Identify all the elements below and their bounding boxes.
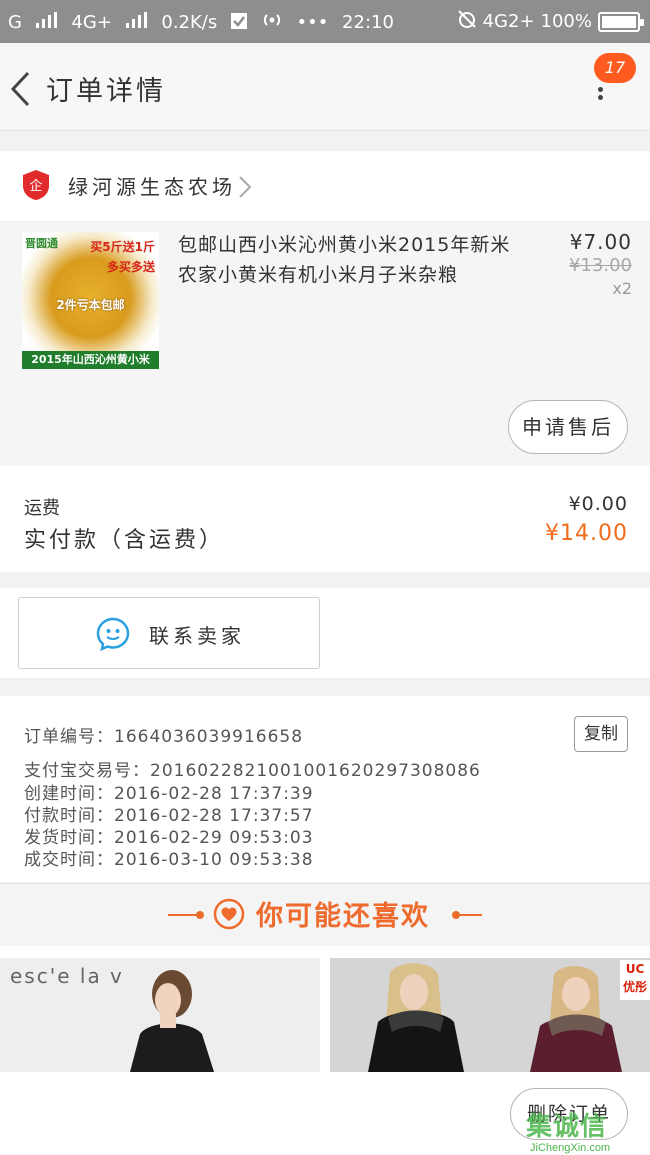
bottom-action-bar: 删除订单 集诚信 JiChengXin.com [0, 1072, 650, 1155]
network-type: 4G+ [71, 12, 112, 33]
recommend-title: 你可能还喜欢 [256, 901, 430, 932]
model-photo [368, 963, 464, 1072]
chevron-right-icon [239, 176, 252, 198]
check-icon [230, 11, 247, 34]
completed-time: 成交时间：2016-03-10 09:53:38 [24, 850, 314, 870]
product-thumbnail[interactable]: 晋圆通 买5斤送1斤 多买多送 2件亏本包邮 2015年山西沁州黄小米 [22, 232, 159, 369]
page-title: 订单详情 [46, 76, 166, 107]
heart-icon [213, 898, 245, 930]
net-speed: 0.2K/s [161, 12, 218, 33]
divider [456, 914, 482, 916]
thumb-promo: 买5斤送1斤 [90, 240, 155, 254]
shop-row[interactable]: 企 绿河源生态农场 [0, 151, 650, 221]
order-item[interactable]: 晋圆通 买5斤送1斤 多买多送 2件亏本包邮 2015年山西沁州黄小米 包邮山西… [0, 222, 650, 466]
thumb-caption: 2件亏本包邮 [56, 298, 125, 312]
model-photo [530, 966, 622, 1072]
battery-icon [598, 11, 644, 32]
carrier: G [8, 12, 22, 33]
contact-section: 联系卖家 [0, 588, 650, 678]
chat-icon [96, 617, 130, 651]
status-bar: G 4G+ 0.2K/s ••• 22:10 4G2+ 100% [0, 0, 650, 43]
thumb-promo: 多买多送 [106, 260, 155, 274]
shipping-label: 运费 [24, 498, 60, 519]
message-count-badge: 17 [594, 53, 636, 83]
thumb-logo: 晋圆通 [25, 237, 58, 250]
signal-icon [35, 12, 58, 33]
signal-icon [125, 12, 148, 33]
battery-percent: 100% [540, 11, 592, 32]
watermark-url: JiChengXin.com [530, 1142, 611, 1154]
recommended-product-card[interactable]: UC优彤 [330, 958, 650, 1072]
clock: 22:10 [342, 12, 394, 33]
recommended-product-card[interactable]: esc'e la v [0, 958, 320, 1072]
svg-text:企: 企 [29, 178, 42, 194]
order-info: 订单编号：1664036039916658 复制 支付宝交易号：20160228… [0, 696, 650, 882]
back-icon[interactable] [8, 69, 32, 109]
thumb-band: 2015年山西沁州黄小米 [22, 351, 159, 369]
quantity: x2 [612, 279, 632, 298]
alipay-trade-number: 支付宝交易号：2016022821001001620297308086 [24, 761, 481, 781]
order-totals: 运费 ¥0.00 实付款（含运费） ¥14.00 [0, 466, 650, 572]
contact-seller-label: 联系卖家 [149, 624, 245, 648]
model-photo [130, 970, 214, 1072]
paid-label: 实付款（含运费） [24, 528, 225, 553]
recommend-header: 你可能还喜欢 [0, 883, 650, 946]
more-indicator: ••• [296, 12, 329, 33]
unit-price: ¥7.00 [569, 230, 632, 254]
contact-seller-button[interactable]: 联系卖家 [18, 597, 320, 669]
shop-name: 绿河源生态农场 [68, 175, 236, 199]
more-menu-button[interactable]: 17 [582, 53, 636, 113]
recommended-products: esc'e la v UC优彤 [0, 946, 650, 1072]
order-number: 订单编号：1664036039916658 [24, 727, 304, 747]
alarm-off-icon [457, 9, 477, 34]
enterprise-shield-icon: 企 [23, 170, 49, 200]
paid-value: ¥14.00 [545, 521, 628, 546]
more-icon [598, 87, 604, 101]
watermark-logo: 集诚信 [526, 1112, 608, 1142]
brand-tag: UC优彤 [620, 960, 650, 1000]
nav-bar: 订单详情 17 [0, 43, 650, 131]
product-brand: esc'e la v [10, 964, 124, 988]
copy-button[interactable]: 复制 [574, 716, 628, 752]
shipping-value: ¥0.00 [568, 493, 628, 515]
product-title[interactable]: 包邮山西小米沁州黄小米2015年新米农家小黄米有机小米月子米杂粮 [178, 230, 518, 290]
original-price: ¥13.00 [569, 255, 632, 276]
after-sale-button[interactable]: 申请售后 [508, 400, 628, 454]
network-type-2: 4G2+ [482, 11, 535, 32]
watermark: 集诚信 JiChengXin.com [526, 1106, 644, 1154]
hotspot-icon [261, 11, 283, 34]
divider-dot [196, 911, 204, 919]
